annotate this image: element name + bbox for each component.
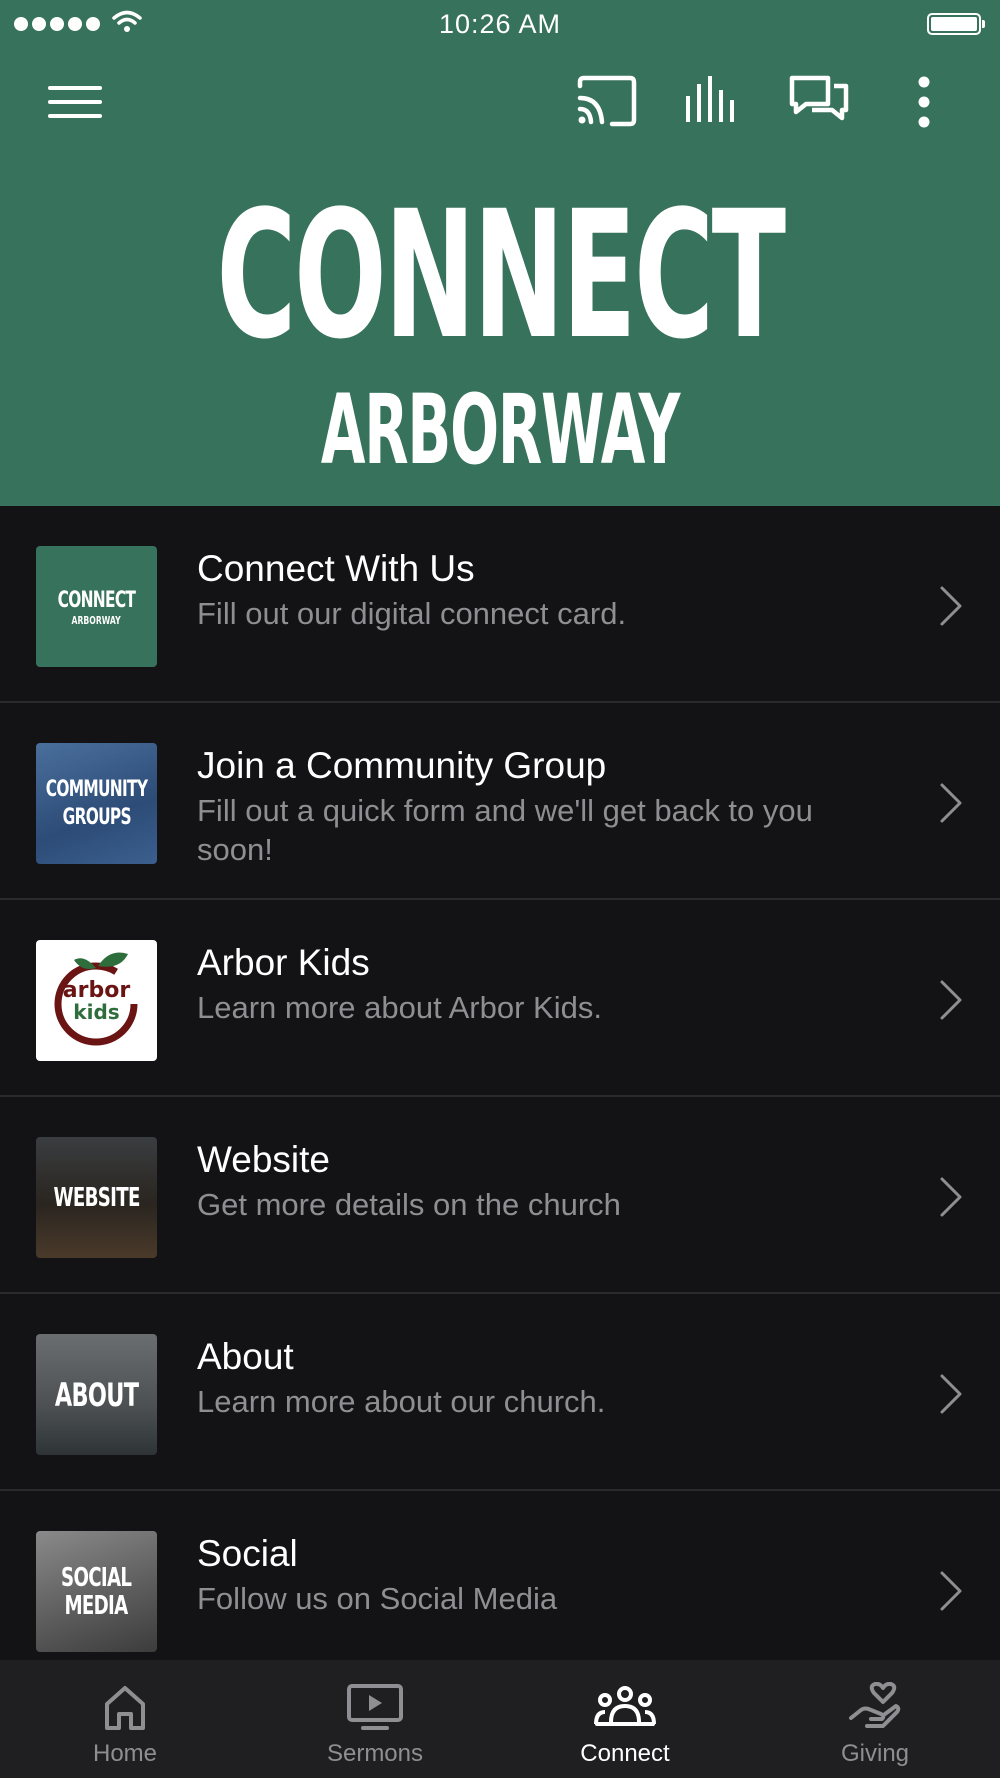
list-item-subtitle: Follow us on Social Media (197, 1581, 558, 1616)
chat-button[interactable] (788, 72, 852, 132)
play-screen-icon (347, 1684, 403, 1730)
list-item-subtitle: Learn more about our church. (197, 1384, 606, 1419)
list-item-community-group[interactable]: COMMUNITY GROUPS Join a Community Group … (0, 703, 1000, 900)
cast-icon (577, 75, 637, 127)
tab-label: Home (92, 1740, 158, 1767)
list-item-title: About (197, 1336, 294, 1377)
connect-list: CONNECT ARBORWAY Connect With Us Fill ou… (0, 506, 1000, 1688)
tab-giving[interactable]: Giving (750, 1660, 1000, 1778)
social-media-thumbnail: SOCIAL MEDIA (36, 1531, 157, 1652)
chevron-right-icon (940, 783, 962, 823)
tab-sermons[interactable]: Sermons (250, 1660, 500, 1778)
community-groups-thumbnail: COMMUNITY GROUPS (36, 743, 157, 864)
tab-label: Sermons (326, 1740, 424, 1767)
about-thumbnail: ABOUT (36, 1334, 157, 1455)
chevron-right-icon (940, 1177, 962, 1217)
list-item-title: Website (197, 1139, 330, 1180)
list-item-subtitle: Learn more about Arbor Kids. (197, 990, 602, 1025)
connect-card-thumbnail: CONNECT ARBORWAY (36, 546, 157, 667)
hero-subtitle: ARBORWAY (320, 374, 680, 486)
list-item-title: Arbor Kids (197, 942, 370, 983)
chevron-right-icon (940, 1374, 962, 1414)
list-item-subtitle: Fill out our digital connect card. (197, 596, 627, 631)
chevron-right-icon (940, 586, 962, 626)
list-item-arbor-kids[interactable]: arbor kids Arbor Kids Learn more about A… (0, 900, 1000, 1097)
equalizer-icon (686, 76, 734, 122)
chevron-right-icon (940, 1571, 962, 1611)
people-icon (594, 1686, 656, 1726)
list-item-about[interactable]: ABOUT About Learn more about our church. (0, 1294, 1000, 1491)
tab-bar: Home Sermons Connect Giving (0, 1660, 1000, 1778)
list-item-title: Join a Community Group (197, 745, 607, 786)
list-item-title: Social (197, 1533, 298, 1574)
more-vertical-icon (918, 76, 930, 128)
tab-label: Connect (580, 1740, 670, 1767)
battery-icon (927, 13, 985, 35)
hamburger-icon (48, 86, 102, 118)
home-icon (105, 1686, 145, 1730)
list-item-connect-with-us[interactable]: CONNECT ARBORWAY Connect With Us Fill ou… (0, 506, 1000, 703)
arbor-kids-logo: arbor kids (36, 940, 157, 1061)
list-item-subtitle: Fill out a quick form and we'll get back… (197, 793, 813, 867)
list-item-social[interactable]: SOCIAL MEDIA Social Follow us on Social … (0, 1491, 1000, 1688)
tab-label: Giving (840, 1740, 910, 1767)
status-bar: 10:26 AM (0, 0, 1000, 50)
tab-home[interactable]: Home (0, 1660, 250, 1778)
list-item-website[interactable]: WEBSITE Website Get more details on the … (0, 1097, 1000, 1294)
audio-button[interactable] (682, 72, 746, 132)
header: 10:26 AM CONNECT ARBORWAY (0, 0, 1000, 506)
more-button[interactable] (892, 72, 956, 132)
cast-button[interactable] (576, 72, 640, 132)
menu-button[interactable] (44, 72, 108, 132)
heart-hand-icon (849, 1682, 901, 1728)
website-thumbnail: WEBSITE (36, 1137, 157, 1258)
chat-icon (789, 75, 849, 121)
hero-title: CONNECT (216, 173, 786, 378)
list-item-subtitle: Get more details on the church (197, 1187, 621, 1222)
list-item-title: Connect With Us (197, 548, 475, 589)
tab-connect[interactable]: Connect (500, 1660, 750, 1778)
status-time: 10:26 AM (438, 9, 562, 39)
chevron-right-icon (940, 980, 962, 1020)
